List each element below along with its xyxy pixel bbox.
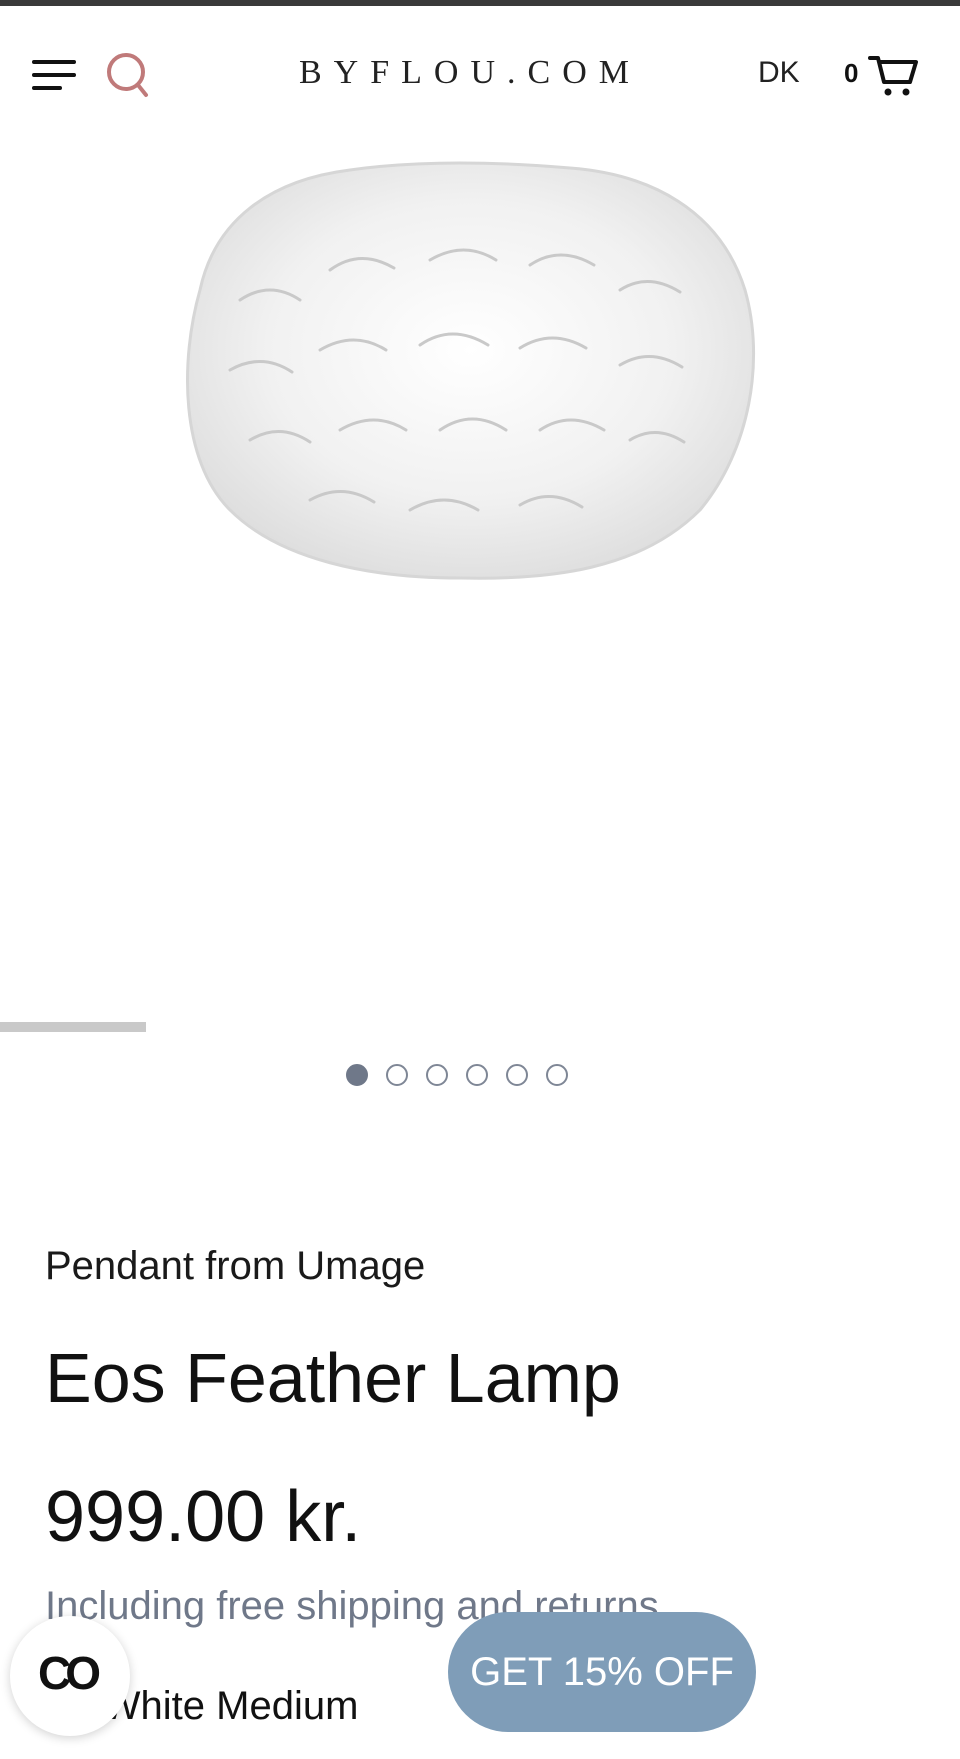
image-scroll-progress — [0, 1022, 146, 1032]
gallery-dot[interactable] — [346, 1064, 368, 1086]
chat-widget-icon: CO — [38, 1647, 101, 1699]
discount-promo-button[interactable]: GET 15% OFF — [448, 1612, 756, 1732]
site-logo[interactable]: BYFLOU.COM — [240, 54, 700, 92]
product-subtitle: Pendant from Umage — [45, 1244, 426, 1288]
gallery-dot[interactable] — [426, 1064, 448, 1086]
product-price: 999.00 kr. — [45, 1477, 362, 1557]
shopping-cart-icon — [868, 56, 918, 96]
language-selector[interactable]: DK — [758, 56, 800, 90]
site-header: BYFLOU.COM DK 0 — [0, 6, 960, 136]
product-image[interactable] — [160, 150, 770, 590]
search-icon[interactable] — [104, 50, 152, 102]
gallery-dot[interactable] — [506, 1064, 528, 1086]
cart-count: 0 — [844, 58, 859, 88]
gallery-dot[interactable] — [386, 1064, 408, 1086]
gallery-dot[interactable] — [466, 1064, 488, 1086]
gallery-dot[interactable] — [546, 1064, 568, 1086]
cart-button[interactable]: 0 — [842, 50, 922, 102]
chat-widget-button[interactable]: CO — [10, 1616, 130, 1736]
product-title: Eos Feather Lamp — [45, 1339, 621, 1417]
hamburger-menu-icon[interactable] — [32, 58, 78, 92]
gallery-pagination — [346, 1064, 568, 1090]
